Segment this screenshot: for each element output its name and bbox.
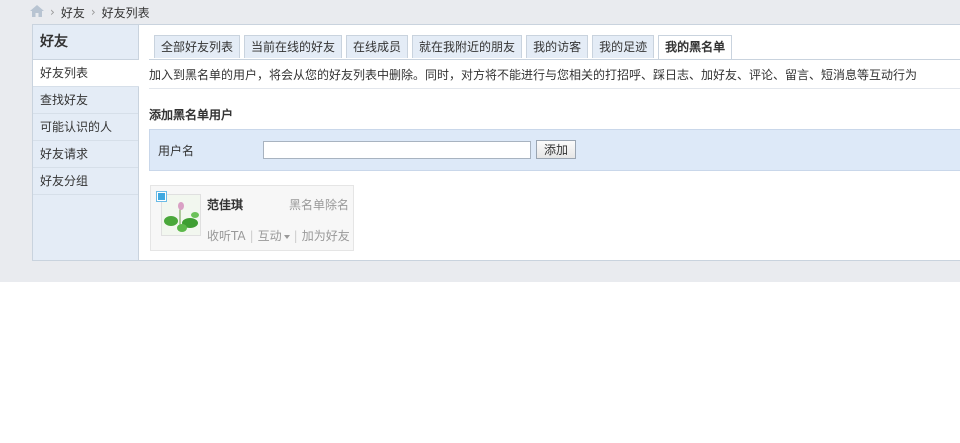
avatar[interactable] — [161, 194, 201, 236]
interact-label: 互动 — [257, 229, 282, 243]
caret-down-icon — [283, 234, 290, 239]
card-actions: 收听TA | 互动 | 加为好友 — [207, 227, 353, 245]
sidebar-item-friend-groups[interactable]: 好友分组 — [33, 168, 138, 195]
tab-my-visitors[interactable]: 我的访客 — [526, 35, 589, 58]
tab-bar: 全部好友列表 当前在线的好友 在线成员 就在我附近的朋友 我的访客 我的足迹 我… — [154, 35, 733, 60]
tab-online-friends[interactable]: 当前在线的好友 — [244, 35, 343, 58]
interact-dropdown[interactable]: 互动 — [258, 229, 290, 243]
tab-nearby-friends[interactable]: 就在我附近的朋友 — [412, 35, 523, 58]
username-input[interactable] — [263, 141, 531, 159]
follow-link[interactable]: 收听TA — [207, 229, 246, 243]
breadcrumb-separator: › — [90, 5, 96, 19]
breadcrumb: › 好友 › 好友列表 — [30, 3, 150, 21]
blacklist-notice: 加入到黑名单的用户，将会从您的好友列表中删除。同时，对方将不能进行与您相关的打招… — [149, 68, 918, 82]
add-friend-link[interactable]: 加为好友 — [302, 229, 350, 243]
action-separator: | — [249, 229, 254, 243]
online-status-icon — [157, 192, 166, 201]
tab-my-blacklist[interactable]: 我的黑名单 — [658, 35, 733, 60]
add-blacklist-title: 添加黑名单用户 — [149, 108, 234, 122]
breadcrumb-item-friend-list[interactable]: 好友列表 — [102, 4, 150, 21]
add-blacklist-form: 用户名 添加 — [149, 129, 960, 171]
content-area: 全部好友列表 当前在线的好友 在线成员 就在我附近的朋友 我的访客 我的足迹 我… — [139, 25, 960, 260]
breadcrumb-separator: › — [50, 5, 55, 19]
sidebar: 好友 好友列表 查找好友 可能认识的人 好友请求 好友分组 — [33, 25, 139, 260]
notice-divider — [149, 88, 960, 89]
sidebar-item-friend-list[interactable]: 好友列表 — [33, 60, 139, 87]
remove-from-blacklist-link[interactable]: 黑名单除名 — [289, 196, 349, 213]
home-icon[interactable] — [30, 4, 44, 20]
sidebar-item-friend-requests[interactable]: 好友请求 — [33, 141, 138, 168]
sidebar-item-people-you-may-know[interactable]: 可能认识的人 — [33, 114, 138, 141]
sidebar-item-find-friends[interactable]: 查找好友 — [33, 87, 138, 114]
tab-online-members[interactable]: 在线成员 — [346, 35, 409, 58]
action-separator: | — [293, 229, 298, 243]
tab-all-friends[interactable]: 全部好友列表 — [154, 35, 241, 58]
sidebar-title: 好友 — [33, 25, 138, 60]
breadcrumb-item-friends[interactable]: 好友 — [61, 4, 85, 21]
tab-divider — [149, 59, 960, 60]
add-button[interactable]: 添加 — [536, 140, 577, 159]
main-panel: 好友 好友列表 查找好友 可能认识的人 好友请求 好友分组 全部好友列表 当前在… — [32, 24, 960, 261]
blacklist-user-card: 范佳琪 黑名单除名 收听TA | 互动 | 加为好友 — [150, 185, 354, 251]
tab-my-footprints[interactable]: 我的足迹 — [592, 35, 655, 58]
user-name[interactable]: 范佳琪 — [207, 196, 243, 213]
username-label: 用户名 — [158, 144, 195, 158]
